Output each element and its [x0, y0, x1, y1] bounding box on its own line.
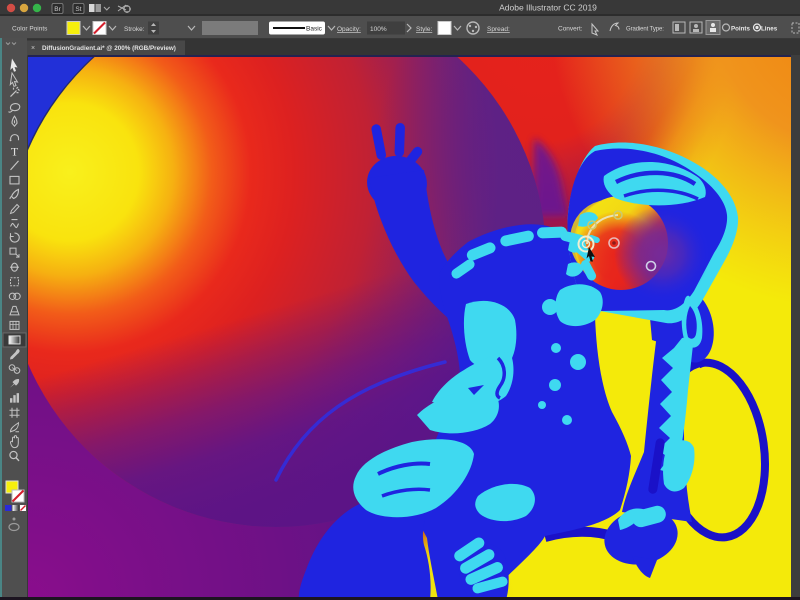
svg-text:Gradient Type:: Gradient Type: [626, 27, 664, 33]
svg-text:Points: Points [731, 26, 750, 33]
svg-text:Br: Br [54, 6, 61, 13]
svg-text:Color Points: Color Points [12, 26, 48, 33]
svg-text:Opacity:: Opacity: [337, 26, 361, 33]
svg-text:DiffusionGradient.ai* @ 200% (: DiffusionGradient.ai* @ 200% (RGB/Previe… [42, 45, 176, 52]
svg-text:100%: 100% [370, 26, 387, 33]
svg-text:Basic: Basic [306, 26, 323, 33]
svg-text:St: St [75, 6, 81, 13]
svg-text:Stroke:: Stroke: [124, 26, 145, 33]
svg-text:Spread:: Spread: [487, 26, 510, 33]
svg-text:Style:: Style: [416, 26, 432, 33]
svg-text:Lines: Lines [761, 26, 778, 33]
svg-text:Adobe Illustrator CC 2019: Adobe Illustrator CC 2019 [499, 3, 597, 13]
svg-text:Convert:: Convert: [558, 26, 583, 33]
svg-text:T: T [11, 144, 19, 158]
svg-text:×: × [31, 45, 35, 52]
